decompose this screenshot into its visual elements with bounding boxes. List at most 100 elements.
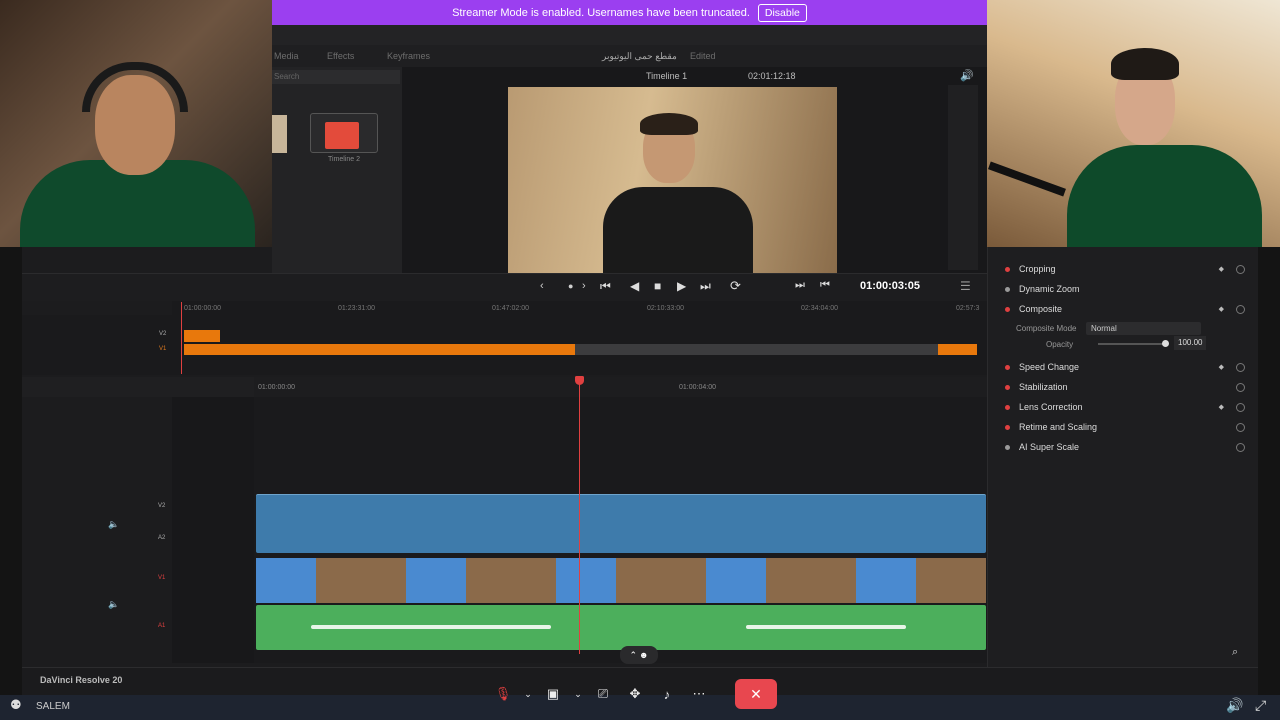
viewer-header: Timeline 1 02:01:12:18 🔊 [402,67,987,85]
upper-playhead[interactable] [181,302,182,374]
active-dot-icon[interactable] [1005,306,1010,312]
clip-a1-audio[interactable] [256,605,986,650]
camera-off-icon[interactable]: ▣ [537,679,569,709]
upper-tick-3: 02:10:33:00 [647,305,684,312]
upper-tick-5: 02:57:3 [956,305,980,312]
inactive-dot-icon[interactable] [1005,286,1010,292]
track-names: V2 A2 V1 A1 [150,397,172,663]
participants-icon[interactable]: ⚉ [10,697,22,713]
composite-mode-select[interactable]: Normal [1086,321,1201,335]
keyframe-icon[interactable]: ◆ [1219,363,1224,371]
streamer-mode-banner: Streamer Mode is enabled. Usernames have… [272,0,987,25]
more-icon[interactable]: ⋯ [683,679,715,709]
inspector-item-ai-super-scale[interactable]: AI Super Scale [988,437,1259,457]
upper-track-v1: V1 [159,346,167,352]
next-edit-icon[interactable]: ⏭ [795,279,805,292]
inspector-label: Lens Correction [1019,402,1083,412]
mic-muted-icon[interactable]: 🎙 [487,679,519,709]
ruler-tick-1: 01:00:04:00 [679,384,716,391]
active-dot-icon[interactable] [1005,364,1010,370]
reset-icon[interactable] [1236,264,1245,274]
inactive-dot-icon[interactable] [1005,444,1010,450]
opacity-slider-handle[interactable] [1162,340,1169,347]
tab-effects[interactable]: Effects [327,51,354,61]
jog-left-icon[interactable]: ‹ [540,280,544,292]
play-reverse-icon[interactable]: ◀ [630,279,639,293]
viewer-video-frame [508,87,837,273]
inspector-label: Stabilization [1019,382,1068,392]
inspector-item-dynamic-zoom[interactable]: Dynamic Zoom [988,279,1259,299]
play-icon[interactable]: ▶ [677,279,686,293]
fullscreen-icon[interactable]: ⤢ [1255,697,1266,714]
composite-mode-row: Composite Mode Normal [988,320,1259,336]
banner-message: Streamer Mode is enabled. Usernames have… [452,6,750,19]
timeline-left-gap [172,397,254,663]
reset-icon[interactable] [1236,382,1245,392]
upper-timeline-tracks: V2 V1 [22,315,987,375]
leave-call-button[interactable]: ✕ [735,679,777,709]
media-thumb-timeline[interactable] [310,113,378,153]
reset-icon[interactable] [1236,422,1245,432]
keyframe-icon[interactable]: ◆ [1219,305,1224,313]
go-to-end-icon[interactable]: ⏭ [700,279,711,294]
reset-icon[interactable] [1236,304,1245,314]
activities-icon[interactable]: ✥ [619,679,651,709]
prev-edit-icon[interactable]: ⏮ [820,279,830,292]
inspector-item-cropping[interactable]: Cropping ◆ [988,259,1259,279]
clip-v1-video[interactable] [256,558,986,603]
track-a2: A2 [158,535,166,541]
chevron-up-icon: ⌃ [629,649,638,660]
media-thumb-partial[interactable] [272,115,287,153]
keyframe-icon[interactable]: ◆ [1219,265,1224,273]
tab-media[interactable]: Media [274,51,299,61]
menu-icon[interactable]: ☰ [960,279,971,293]
reset-icon[interactable] [1236,402,1245,412]
upper-clip-main[interactable] [220,344,575,355]
playhead-line[interactable] [579,384,580,654]
screen-share-icon[interactable]: ⎚ [587,679,619,709]
active-dot-icon[interactable] [1005,404,1010,410]
mute-icon[interactable]: 🔈 [108,519,119,530]
expand-participants-button[interactable]: ⌃ ☻ [620,646,658,664]
volume-icon[interactable]: 🔊 [1226,697,1243,714]
keyframe-icon[interactable]: ◆ [1219,403,1224,411]
inspector-item-lens-correction[interactable]: Lens Correction ◆ [988,397,1259,417]
edited-label: Edited [690,51,716,61]
reset-icon[interactable] [1236,442,1245,452]
opacity-slider[interactable] [1098,340,1169,347]
clip-v2-a2[interactable] [256,494,986,553]
active-dot-icon[interactable] [1005,384,1010,390]
reset-icon[interactable] [1236,362,1245,372]
inspector-item-retime[interactable]: Retime and Scaling [988,417,1259,437]
inspector-item-speed-change[interactable]: Speed Change ◆ [988,357,1259,377]
chevron-down-icon[interactable]: ⌄ [569,679,587,709]
speaker-icon[interactable]: 🔊 [960,69,974,82]
tab-keyframes[interactable]: Keyframes [387,51,430,61]
headset [82,62,188,112]
soundboard-icon[interactable]: ♪ [651,679,683,709]
active-dot-icon[interactable] [1005,424,1010,430]
go-to-start-icon[interactable]: ⏮ [600,279,611,294]
active-dot-icon[interactable] [1005,266,1010,272]
jog-right-icon[interactable]: › [582,280,586,292]
upper-tick-0: 01:00:00:00 [184,305,221,312]
mic-arm [988,161,1066,197]
composite-mode-label: Composite Mode [1016,323,1077,333]
inspector-item-composite[interactable]: Composite ◆ [988,299,1259,319]
zoom-icon[interactable]: ⌕ [1232,646,1238,659]
upper-clip-small-v1[interactable] [184,344,220,355]
dot-icon: ● [568,281,574,291]
stop-icon[interactable]: ■ [654,279,661,293]
chevron-down-icon[interactable]: ⌄ [519,679,537,709]
viewer-timeline-name[interactable]: Timeline 1 [646,71,687,81]
speaker-icon[interactable]: 🔈 [108,599,119,610]
timeline-ruler[interactable]: 01:00:00:00 01:00:04:00 [254,377,987,397]
upper-clip-small[interactable] [184,330,220,342]
project-title: مقطع حمى اليوتيوبر [602,51,677,61]
media-pool-search[interactable]: Search [272,70,400,84]
loop-icon[interactable]: ⟳ [730,278,741,294]
inspector-item-stabilization[interactable]: Stabilization [988,377,1259,397]
upper-clip-end[interactable] [938,344,977,355]
disable-button[interactable]: Disable [757,3,807,22]
opacity-value[interactable]: 100.00 [1174,336,1207,350]
